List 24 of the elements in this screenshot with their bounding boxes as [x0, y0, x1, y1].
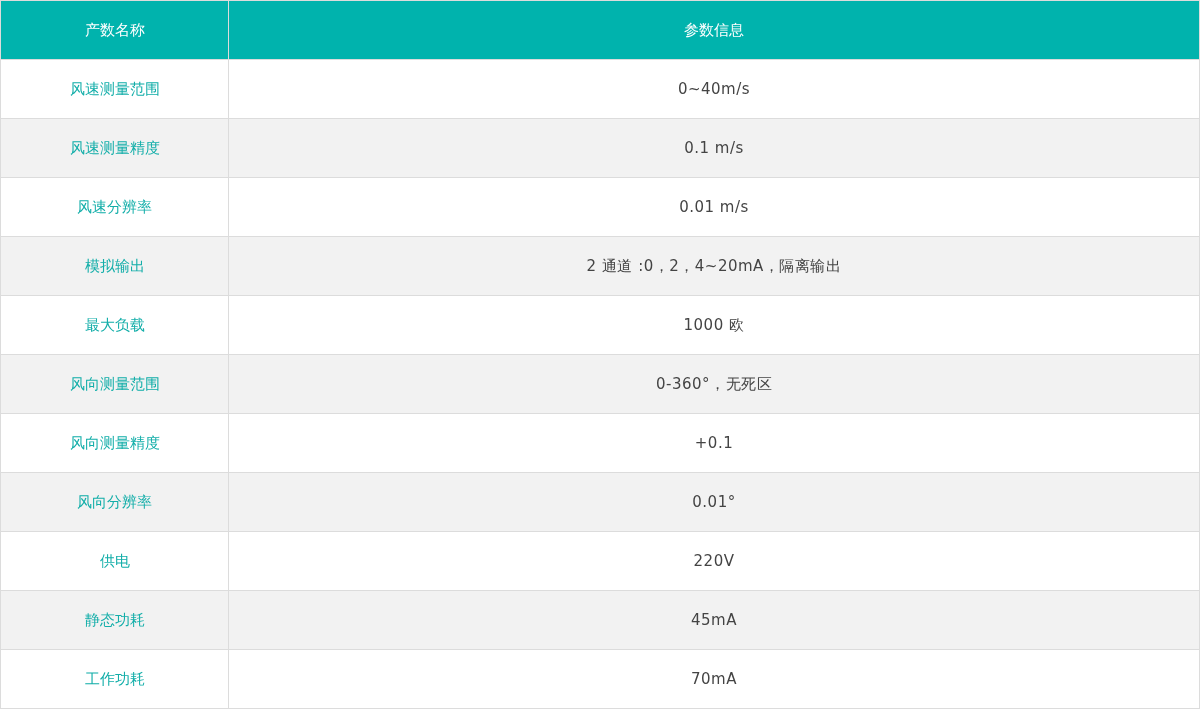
parameter-name-cell: 风速测量范围 — [0, 59, 229, 119]
parameter-value-cell: 0.01° — [228, 472, 1200, 532]
parameter-name-cell: 风速测量精度 — [0, 118, 229, 178]
parameter-value-cell: 0~40m/s — [228, 59, 1200, 119]
column-header: 参数信息 — [228, 0, 1200, 60]
parameter-name-cell: 工作功耗 — [0, 649, 229, 709]
parameter-value-cell: 0.1 m/s — [228, 118, 1200, 178]
parameter-value-cell: +0.1 — [228, 413, 1200, 473]
parameter-value-cell: 70mA — [228, 649, 1200, 709]
parameter-name-cell: 静态功耗 — [0, 590, 229, 650]
parameter-name-cell: 风向测量范围 — [0, 354, 229, 414]
parameter-name-cell: 风向测量精度 — [0, 413, 229, 473]
parameter-value-cell: 2 通道 :0，2，4~20mA，隔离输出 — [228, 236, 1200, 296]
parameter-value-cell: 45mA — [228, 590, 1200, 650]
parameter-name-cell: 风速分辨率 — [0, 177, 229, 237]
parameter-name-cell: 供电 — [0, 531, 229, 591]
parameter-name-cell: 最大负载 — [0, 295, 229, 355]
parameter-name-cell: 模拟输出 — [0, 236, 229, 296]
parameter-value-cell: 1000 欧 — [228, 295, 1200, 355]
parameter-name-cell: 风向分辨率 — [0, 472, 229, 532]
column-header: 产数名称 — [0, 0, 229, 60]
parameter-value-cell: 0.01 m/s — [228, 177, 1200, 237]
parameter-value-cell: 0-360°，无死区 — [228, 354, 1200, 414]
parameter-value-cell: 220V — [228, 531, 1200, 591]
